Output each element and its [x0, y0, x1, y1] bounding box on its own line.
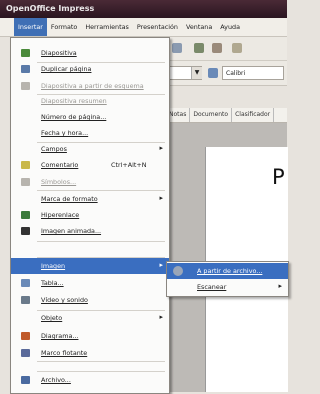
animated-image-icon [21, 227, 30, 235]
image-submenu-item-1[interactable]: Escanear ▸ [167, 279, 288, 295]
tab-documento[interactable]: Documento [190, 108, 233, 122]
menu-item-11[interactable]: Imagen animada... [11, 223, 169, 239]
menu-ayuda[interactable]: Ayuda [216, 18, 244, 36]
menu-item-label: Fecha y hora... [41, 129, 89, 137]
table-icon [21, 279, 30, 287]
chart-icon [21, 332, 30, 340]
menu-herramientas[interactable]: Herramientas [81, 18, 133, 36]
menu-item-label: Diapositiva a partir de esquema [41, 82, 144, 90]
submenu-item-label: Escanear [197, 283, 227, 291]
menu-item-8: Símbolos... [11, 174, 169, 190]
menu-item-6[interactable]: Campos ▸ [11, 141, 169, 157]
menu-item-4[interactable]: Número de página... [11, 109, 169, 125]
font-icon [208, 68, 218, 78]
submenu-arrow-icon: ▸ [278, 282, 282, 290]
menu-item-label: Símbolos... [41, 178, 77, 186]
menu-item-label: Marco flotante [41, 349, 88, 357]
menu-item-label: Imagen [41, 262, 66, 270]
menu-separator [37, 94, 165, 95]
toolbar-icon-4[interactable] [232, 43, 242, 53]
menu-item-7[interactable]: Comentario Ctrl+Alt+N [11, 157, 169, 173]
submenu-arrow-icon: ▸ [159, 261, 163, 269]
menu-separator [37, 361, 165, 362]
toolbar-icon-1[interactable] [172, 43, 182, 53]
menu-separator [37, 142, 165, 143]
standard-toolbar [160, 37, 287, 61]
hyperlink-icon [21, 211, 30, 219]
menu-item-label: Imagen animada... [41, 227, 102, 235]
comment-icon [21, 161, 30, 169]
font-name-value: Calibri [226, 70, 246, 77]
menu-item-13[interactable]: Tabla... [11, 275, 169, 291]
submenu-item-label: A partir de archivo... [197, 267, 263, 275]
menubar: Insertar Formato Herramientas Presentaci… [0, 18, 287, 37]
formatting-toolbar: ▼ Calibri [160, 61, 287, 86]
menu-item-9[interactable]: Marca de formato ▸ [11, 191, 169, 207]
menu-ventana[interactable]: Ventana [182, 18, 216, 36]
image-submenu-item-0[interactable]: A partir de archivo... [167, 263, 288, 279]
menu-item-0[interactable]: Diapositiva [11, 45, 169, 61]
image-submenu: A partir de archivo... Escanear ▸ [166, 261, 289, 297]
menu-item-label: Duplicar página [41, 65, 92, 73]
menu-item-label: Objeto [41, 314, 63, 322]
image-file-icon [173, 266, 183, 276]
menu-item-label: Diagrama... [41, 332, 79, 340]
menu-item-label: Campos [41, 145, 67, 153]
menu-item-label: Hiperenlace [41, 211, 80, 219]
slide-title-text[interactable]: P [272, 165, 285, 189]
menu-separator [37, 190, 165, 191]
menu-separator [37, 241, 165, 242]
insert-menu: Diapositiva Duplicar página Diapositiva a … [10, 37, 170, 394]
file-icon [21, 376, 30, 384]
menu-item-17[interactable]: Marco flotante [11, 345, 169, 361]
menu-item-15[interactable]: Objeto ▸ [11, 310, 169, 326]
menu-item-shortcut: Ctrl+Alt+N [111, 161, 147, 169]
menu-item-2: Diapositiva a partir de esquema [11, 78, 169, 94]
menu-item-label: Archivo... [41, 376, 71, 384]
submenu-arrow-icon: ▸ [159, 144, 163, 152]
view-tabs: Notas Documento Clasificador [160, 108, 287, 123]
video-sound-icon [21, 296, 30, 304]
new-slide-icon [21, 49, 30, 57]
font-name-combo[interactable]: Calibri [222, 66, 284, 80]
menu-item-10[interactable]: Hiperenlace [11, 207, 169, 223]
menu-presentacion[interactable]: Presentación [133, 18, 182, 36]
symbol-icon [21, 178, 30, 186]
menu-item-12[interactable]: Imagen ▸ [11, 258, 169, 274]
menu-item-14[interactable]: Vídeo y sonido [11, 292, 169, 308]
menu-item-3: Diapositiva resumen [11, 93, 169, 109]
redo-icon[interactable] [212, 43, 222, 53]
menu-separator [37, 371, 165, 372]
menu-separator [37, 62, 165, 63]
menu-item-label: Vídeo y sonido [41, 296, 88, 304]
menu-item-label: Comentario [41, 161, 79, 169]
menu-item-label: Número de página... [41, 113, 107, 121]
undo-icon[interactable] [194, 43, 204, 53]
menu-item-16[interactable]: Diagrama... [11, 328, 169, 344]
outline-slide-icon [21, 82, 30, 90]
window-titlebar: OpenOffice Impress [0, 0, 287, 18]
menu-item-18[interactable]: Archivo... [11, 372, 169, 388]
menu-separator [37, 310, 165, 311]
menu-item-label: Diapositiva resumen [41, 97, 107, 105]
menu-separator [37, 257, 165, 258]
style-dropdown-arrow[interactable]: ▼ [191, 67, 202, 79]
duplicate-page-icon [21, 65, 30, 73]
tab-clasificador[interactable]: Clasificador [232, 108, 275, 122]
menu-item-1[interactable]: Duplicar página [11, 61, 169, 77]
menu-item-label: Diapositiva [41, 49, 77, 57]
window-title: OpenOffice Impress [6, 4, 95, 13]
menu-formato[interactable]: Formato [47, 18, 81, 36]
floating-frame-icon [21, 349, 30, 357]
menu-item-label: Tabla... [41, 279, 64, 287]
menu-insertar[interactable]: Insertar [14, 18, 47, 36]
menu-item-label: Marca de formato [41, 195, 98, 203]
submenu-arrow-icon: ▸ [159, 194, 163, 202]
submenu-arrow-icon: ▸ [159, 313, 163, 321]
menu-item-5[interactable]: Fecha y hora... [11, 125, 169, 141]
